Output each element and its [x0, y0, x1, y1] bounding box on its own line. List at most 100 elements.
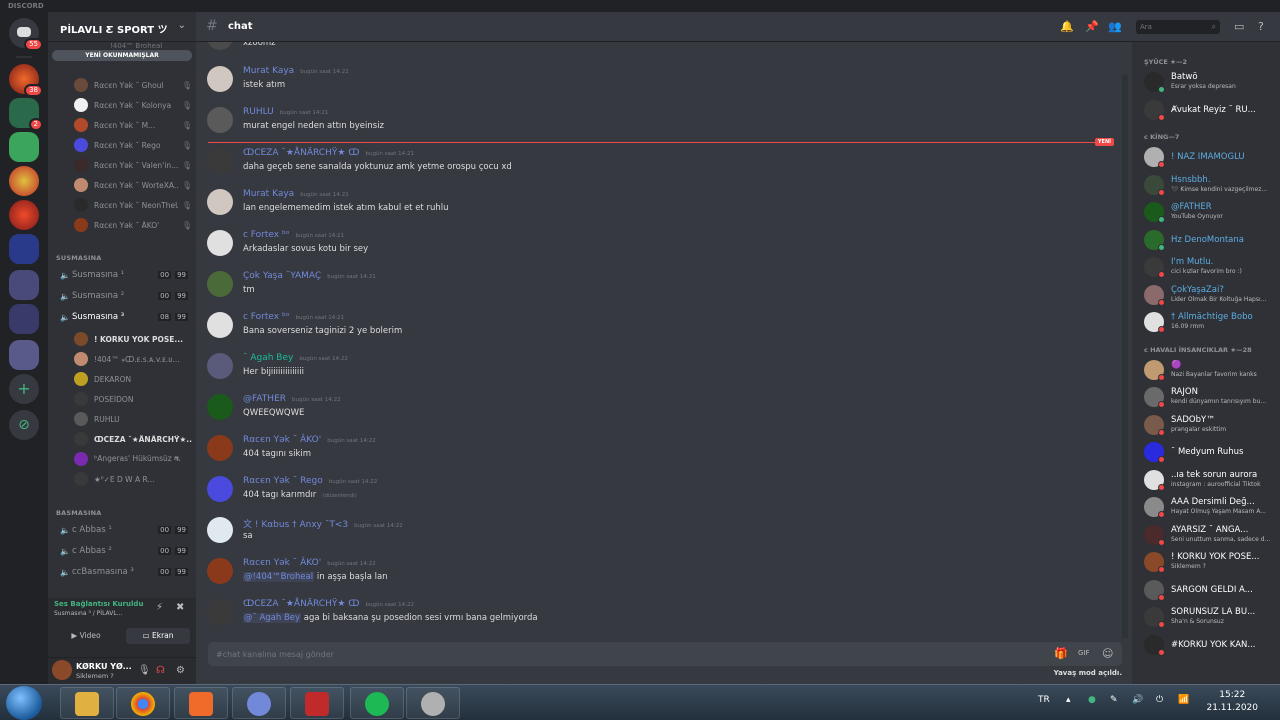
message-author[interactable]: Rαcєn Yək ˘ ÂKO' bugün saat 14:22 — [243, 435, 376, 445]
new-unreads-pill[interactable]: YENİ OKUNMAMIŞLAR — [52, 50, 192, 61]
message-author[interactable]: Murat Kaya bugün saat 14:21 — [243, 189, 349, 199]
member-list-item[interactable]: ..ıa tek sorun aurora instagram : aurooff… — [1142, 468, 1278, 492]
media-app[interactable] — [174, 687, 228, 719]
voice-channel[interactable]: 🔈 Susmasına ² 00 99 — [56, 287, 192, 305]
guild-icon-6[interactable] — [9, 304, 39, 334]
message-author[interactable]: Rαcєn Yək ˘ ÂKO' bugün saat 14:22 — [243, 558, 376, 568]
language-indicator[interactable]: TR — [1038, 695, 1050, 705]
user-mention[interactable]: @!404™Broheal — [243, 572, 315, 582]
add-server-icon[interactable]: + — [9, 374, 39, 404]
game-app[interactable] — [290, 687, 344, 719]
microphone-icon[interactable]: 🎙 — [138, 665, 151, 676]
spotify-app[interactable] — [350, 687, 404, 719]
gear-icon[interactable]: ⚙ — [176, 665, 185, 676]
disconnect-icon[interactable]: ✖ — [176, 602, 184, 613]
pen-icon[interactable]: ✎ — [1110, 695, 1118, 705]
member-list-item[interactable]: AYARSIZ ˘ ANGA... Seni unuttum sanma, sad… — [1142, 523, 1278, 547]
message-author[interactable]: RUHLU bugün saat 14:21 — [243, 107, 328, 117]
video-button[interactable]: ▶ Video — [54, 628, 118, 644]
tray-arrow-icon[interactable]: ▴ — [1066, 695, 1071, 705]
avatar[interactable] — [207, 189, 233, 215]
message-author[interactable]: ↀCEZA ˘★ÅNÄRCHŸ★ ↀ bugün saat 14:22 — [243, 599, 414, 609]
member-list-item[interactable]: #KORKU YOK KAN... — [1142, 633, 1278, 657]
voice-member[interactable]: DEKARON — [74, 370, 192, 388]
member-list-item[interactable]: ! KORKU YOK POSE... Siklemem ? — [1142, 550, 1278, 574]
sidebar-member[interactable]: Rαcєn Yək ˘ WorteXA... 🎙 — [74, 176, 192, 194]
member-list-item[interactable]: † Allmächtige Bobo 16.09 rmm — [1142, 310, 1278, 334]
folder-icon[interactable] — [9, 132, 39, 162]
avatar[interactable] — [207, 42, 233, 50]
guild-icon-1[interactable]: 38 — [9, 64, 43, 97]
voice-channel-label[interactable]: Susmasına ³ / PİLAVL... — [54, 610, 122, 617]
member-list-item[interactable]: ! NAZ İMAMOĞLU — [1142, 145, 1278, 169]
guild-icon-pilavli[interactable] — [9, 234, 39, 264]
guild-icon-3[interactable] — [9, 166, 39, 196]
member-list-item[interactable]: Ⱥvukat Reyiz ˘ RU... — [1142, 98, 1278, 122]
sidebar-member[interactable]: Rαcєn Yək ˘ ÂKO' 🎙 — [74, 216, 192, 234]
scrollbar[interactable] — [1122, 74, 1128, 638]
voice-member[interactable]: ↀCEZA ˘★ÅNÄRCHŸ★... — [74, 430, 192, 448]
gif-icon[interactable]: GIF — [1078, 649, 1090, 657]
member-list-item[interactable]: I'm Mutlu. cici kızlar favorim bro :) — [1142, 255, 1278, 279]
chrome-app[interactable] — [116, 687, 170, 719]
guild-icon-4[interactable] — [9, 200, 39, 230]
voice-member[interactable]: ★ᴾ✓E D W A R... — [74, 470, 192, 488]
message-author[interactable]: ϲ Fortex ᵇᵒ bugün saat 14:21 — [243, 230, 344, 240]
gift-icon[interactable]: 🎁 — [1054, 647, 1068, 660]
clock[interactable]: 15:22 21.11.2020 — [1206, 689, 1258, 715]
user-mention[interactable]: @˘ Agah Bey — [243, 613, 302, 623]
explore-icon[interactable]: ⊘ — [9, 410, 39, 440]
sidebar-member[interactable]: Rαcєn Yək ˘ M... 🎙 — [74, 116, 192, 134]
voice-channel[interactable]: 🔈 ϲ Abbas ¹ 00 99 — [56, 521, 192, 539]
sidebar-member[interactable]: Rαcєn Yək ˘ Ghoul 🎙 — [74, 76, 192, 94]
noise-suppression-icon[interactable]: ⚡ — [156, 602, 163, 613]
guild-icon-7[interactable] — [9, 340, 39, 370]
voice-member[interactable]: RUHLU — [74, 410, 192, 428]
member-list-item[interactable]: Batwö Esrar yoksa depresan — [1142, 70, 1278, 94]
member-list-item[interactable]: ÇokYaşaZai? Lider Olmak Bir Koltuğa Hapsı… — [1142, 283, 1278, 307]
member-list-item[interactable]: ˘ Medyum Ruhus — [1142, 440, 1278, 464]
avatar[interactable] — [207, 476, 233, 502]
message-author[interactable]: ˘ Agah Bey bugün saat 14:22 — [243, 353, 348, 363]
voice-member[interactable]: ᵇAngeras' Hükümsüz ⛐ — [74, 450, 192, 468]
message-author[interactable]: 文 ! Kαbus † Anxy ˘T<3 bugün saat 14:22 — [243, 517, 403, 530]
avatar[interactable] — [207, 312, 233, 338]
message-author[interactable]: @FATHER bugün saat 14:22 — [243, 394, 341, 404]
recorder-app[interactable] — [406, 687, 460, 719]
voice-member[interactable]: ! KORKU YOK POSE... — [74, 330, 192, 348]
avatar[interactable] — [207, 148, 233, 174]
avatar[interactable] — [207, 394, 233, 420]
member-list-item[interactable]: Hsnsbbh. 🖤 Kimse kendini vazgeçilmez... — [1142, 173, 1278, 197]
message-author[interactable]: Çok Yaşa ˘YAMAÇ bugün saat 14:21 — [243, 271, 376, 281]
volume-icon[interactable]: 🔊 — [1132, 695, 1143, 705]
emoji-icon[interactable]: ☺ — [1102, 647, 1113, 660]
avatar[interactable] — [207, 558, 233, 584]
home-button[interactable]: 55 — [9, 18, 43, 51]
category-basmasina[interactable]: BASMASINA — [56, 509, 102, 517]
voice-channel[interactable]: 🔈 Susmasına ³ 08 99 — [56, 308, 192, 326]
sidebar-member[interactable]: Rαcєn Yək ˘ Rego 🎙 — [74, 136, 192, 154]
discord-taskbar-app[interactable] — [232, 687, 286, 719]
category-susmasina[interactable]: SUSMASINA — [56, 254, 102, 262]
search-input[interactable]: Ara ⌕ — [1136, 20, 1220, 34]
network-icon[interactable]: 📶 — [1178, 695, 1189, 705]
member-list-item[interactable]: SADObY™ prangalar eskittim — [1142, 413, 1278, 437]
message-author[interactable]: ϲ Fortex ᵇᵒ bugün saat 14:21 — [243, 312, 344, 322]
guild-icon-2[interactable]: 2 — [9, 98, 43, 131]
voice-channel[interactable]: 🔈 Susmasına ¹ 00 99 — [56, 266, 192, 284]
help-icon[interactable]: ? — [1258, 20, 1264, 33]
message-author[interactable]: Rαcєn Yək ˘ Rego bugün saat 14:22 — [243, 476, 377, 486]
tray-app-icon[interactable]: ● — [1088, 695, 1096, 705]
members-icon[interactable]: 👥 — [1108, 20, 1122, 33]
guild-icon-5[interactable] — [9, 270, 39, 300]
avatar[interactable] — [207, 107, 233, 133]
member-list-item[interactable]: Hz DenoMontana — [1142, 228, 1278, 252]
member-list-item[interactable]: @FATHER YouTube Oynuyor — [1142, 200, 1278, 224]
pin-icon[interactable]: 📌 — [1085, 20, 1099, 33]
screen-button[interactable]: ▭ Ekran — [126, 628, 190, 644]
voice-channel[interactable]: 🔈 ϲ Abbas ² 00 99 — [56, 542, 192, 560]
member-list-item[interactable]: RAJON kendi dünyamın tanrısıyım bu... — [1142, 385, 1278, 409]
headphones-icon[interactable]: ☊ — [156, 665, 165, 676]
message-author[interactable]: Murat Kaya bugün saat 14:21 — [243, 66, 349, 76]
message-author[interactable]: ↀCEZA ˘★ÅNÄRCHŸ★ ↀ bugün saat 14:21 — [243, 148, 414, 158]
